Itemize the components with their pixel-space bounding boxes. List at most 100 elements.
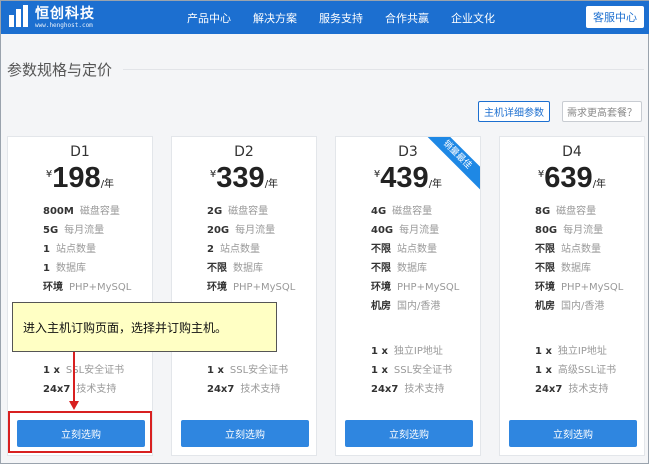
spec-row: 5G 每月流量 — [43, 221, 104, 236]
spec-row: 环境 PHP+MySQL — [43, 278, 131, 293]
spec-label: 磁盘容量 — [556, 206, 597, 217]
extra-row: 24x7 技术支持 — [43, 380, 116, 395]
brand-logo[interactable]: 恒创科技 www.henghost.com — [7, 5, 95, 29]
price-unit: /年 — [428, 179, 443, 190]
spec-label: 数据库 — [561, 263, 591, 274]
spec-value: 机房 — [371, 301, 391, 312]
spec-value: 8G — [535, 206, 551, 217]
spec-row: 不限 数据库 — [207, 259, 263, 274]
price-unit: /年 — [592, 179, 607, 190]
spec-row: 2G 磁盘容量 — [207, 202, 268, 217]
spec-label: 数据库 — [55, 263, 86, 274]
spec-value: 不限 — [371, 244, 391, 255]
extra-value: 24x7 — [371, 384, 399, 395]
plan-name: D1 — [70, 144, 90, 160]
title-divider — [123, 69, 644, 70]
spec-row: 不限 站点数量 — [371, 240, 437, 255]
nav-item-partners[interactable]: 合作共赢 — [385, 10, 429, 26]
buy-now-button[interactable]: 立刻选购 — [509, 420, 637, 447]
spec-value: 2 — [207, 244, 214, 255]
extra-label: SSL安全证书 — [229, 365, 289, 376]
spec-value: 不限 — [371, 263, 391, 274]
spec-label: 每月流量 — [399, 225, 440, 236]
spec-value: 2G — [207, 206, 223, 217]
plan-card-d4: D4 ¥639/年 8G 磁盘容量 80G 每月流量 不限 站点数量 不限 数据库 环境 PHP+My… — [499, 136, 645, 456]
spec-label: 站点数量 — [55, 244, 96, 255]
extra-label: 独立IP地址 — [557, 346, 607, 357]
pointer-arrow-line — [73, 352, 75, 406]
plan-name: D4 — [562, 144, 582, 160]
spec-label: 国内/香港 — [561, 301, 605, 312]
spec-value: 环境 — [371, 282, 391, 293]
extra-value: 1 x — [535, 346, 552, 357]
spec-row: 机房 国内/香港 — [535, 297, 604, 312]
spec-value: 40G — [371, 225, 394, 236]
spec-value: 1 — [43, 244, 50, 255]
extra-value: 24x7 — [43, 384, 71, 395]
spec-row: 环境 PHP+MySQL — [207, 278, 295, 293]
spec-value: 80G — [535, 225, 558, 236]
extra-label: 技术支持 — [404, 384, 445, 395]
spec-label: 数据库 — [397, 263, 427, 274]
spec-label: 每月流量 — [64, 225, 105, 236]
buy-now-button[interactable]: 立刻选购 — [181, 420, 309, 447]
spec-label: PHP+MySQL — [233, 282, 296, 293]
extra-value: 24x7 — [207, 384, 235, 395]
spec-row: 20G 每月流量 — [207, 221, 275, 236]
spec-label: 每月流量 — [563, 225, 604, 236]
buy-button-highlight — [8, 411, 152, 453]
extra-row: 24x7 技术支持 — [535, 380, 608, 395]
spec-value: 环境 — [43, 282, 63, 293]
extra-value: 1 x — [43, 365, 60, 376]
price-value: 439 — [380, 162, 429, 194]
spec-label: 国内/香港 — [397, 301, 441, 312]
plan-card-d2: D2 ¥339/年 2G 磁盘容量 20G 每月流量 2 站点数量 不限 数据库 环境 PHP+MyS… — [171, 136, 317, 456]
spec-label: 数据库 — [233, 263, 263, 274]
price-value: 639 — [544, 162, 593, 194]
nav-item-products[interactable]: 产品中心 — [187, 10, 231, 26]
spec-value: 机房 — [535, 301, 555, 312]
nav-item-solutions[interactable]: 解决方案 — [253, 10, 297, 26]
spec-row: 不限 数据库 — [371, 259, 427, 274]
spec-row: 环境 PHP+MySQL — [371, 278, 459, 293]
host-detail-params-button[interactable]: 主机详细参数 — [478, 101, 550, 122]
extra-value: 1 x — [371, 346, 388, 357]
spec-value: 5G — [43, 225, 59, 236]
plan-price: ¥339/年 — [172, 162, 316, 195]
spec-value: 不限 — [535, 244, 555, 255]
instruction-note: 进入主机订购页面，选择并订购主机。 — [12, 302, 277, 352]
price-unit: /年 — [100, 179, 115, 190]
spec-value: 不限 — [207, 263, 227, 274]
spec-value: 环境 — [207, 282, 227, 293]
spec-row: 不限 站点数量 — [535, 240, 601, 255]
spec-label: 每月流量 — [235, 225, 276, 236]
spec-row: 机房 国内/香港 — [371, 297, 440, 312]
spec-row: 1 站点数量 — [43, 240, 96, 255]
spec-row: 4G 磁盘容量 — [371, 202, 432, 217]
logo-name: 恒创科技 — [35, 5, 95, 22]
spec-row: 80G 每月流量 — [535, 221, 603, 236]
extra-row: 1 x SSL安全证书 — [207, 361, 288, 376]
spec-row: 环境 PHP+MySQL — [535, 278, 623, 293]
extra-row: 1 x 独立IP地址 — [371, 342, 443, 357]
spec-value: 20G — [207, 225, 230, 236]
extra-label: 高级SSL证书 — [557, 365, 617, 376]
spec-label: PHP+MySQL — [69, 282, 132, 293]
extra-label: 独立IP地址 — [393, 346, 443, 357]
logo-domain: www.henghost.com — [35, 21, 93, 29]
buy-now-button[interactable]: 立刻选购 — [345, 420, 473, 447]
nav-item-culture[interactable]: 企业文化 — [451, 10, 495, 26]
spec-value: 1 — [43, 263, 50, 274]
plan-card-d1: D1 ¥198/年 800M 磁盘容量 5G 每月流量 1 站点数量 1 数据库 环境 PHP+MyS… — [7, 136, 153, 456]
service-center-button[interactable]: 客服中心 — [586, 6, 644, 28]
spec-row: 不限 数据库 — [535, 259, 591, 274]
higher-plan-button[interactable]: 需求更高套餐？ — [562, 101, 642, 122]
spec-label: 站点数量 — [397, 244, 437, 255]
spec-value: 不限 — [535, 263, 555, 274]
spec-value: 4G — [371, 206, 387, 217]
extra-value: 1 x — [535, 365, 552, 376]
extra-label: SSL安全证书 — [393, 365, 453, 376]
spec-row: 8G 磁盘容量 — [535, 202, 596, 217]
nav-item-support[interactable]: 服务支持 — [319, 10, 363, 26]
spec-label: 站点数量 — [561, 244, 601, 255]
